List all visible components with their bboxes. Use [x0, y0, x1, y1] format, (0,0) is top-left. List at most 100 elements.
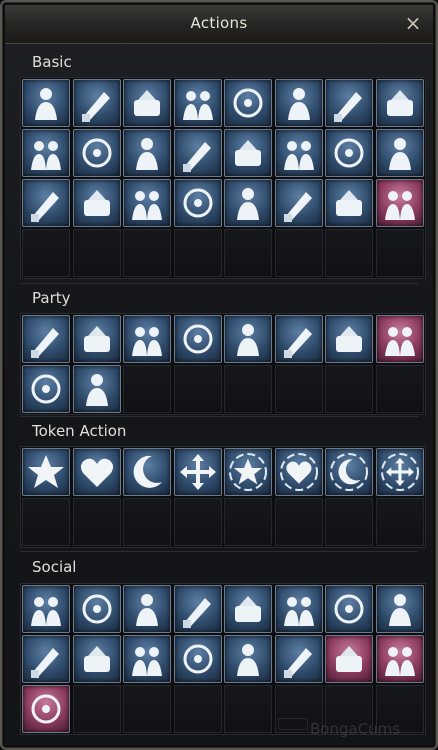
basic-actions-grid: [20, 77, 426, 279]
watermark-badge: [278, 718, 308, 730]
empty-slot: [325, 498, 373, 546]
party-question-icon[interactable]: [375, 315, 424, 363]
empty-slot: [224, 498, 272, 546]
empty-slot: [375, 229, 424, 277]
social-actions-grid: [20, 583, 426, 735]
sad-icon[interactable]: [173, 635, 222, 683]
empty-slot: [375, 498, 424, 546]
window-title: Actions: [190, 14, 248, 32]
record-video-icon[interactable]: [274, 179, 323, 227]
empty-slot: [22, 229, 70, 277]
package-sell-all-icon[interactable]: [375, 129, 424, 177]
empty-slot: [173, 365, 222, 413]
assist-target-icon[interactable]: [224, 79, 272, 127]
party-summon-icon[interactable]: [22, 365, 70, 413]
no-icon[interactable]: [173, 585, 222, 633]
empty-slot: [375, 365, 424, 413]
party-actions-grid: [20, 313, 426, 415]
shyness-icon[interactable]: [274, 635, 323, 683]
walk-icon[interactable]: [274, 79, 323, 127]
star-icon[interactable]: [22, 448, 70, 496]
greet-icon[interactable]: [22, 585, 70, 633]
couple-bow-icon[interactable]: [325, 635, 373, 683]
private-store-sell-icon[interactable]: [375, 79, 424, 127]
attack-icon[interactable]: [123, 79, 171, 127]
party-duel-icon[interactable]: [325, 129, 373, 177]
move-arrows-icon[interactable]: [173, 448, 222, 496]
actions-window: Actions × Basic Party Token Action Socia…: [0, 0, 438, 750]
arrows-target-icon[interactable]: [375, 448, 424, 496]
section-label-social: Social: [32, 558, 77, 576]
empty-slot: [224, 685, 272, 733]
section-label-token-action: Token Action: [32, 422, 127, 440]
section-label-party: Party: [32, 289, 71, 307]
couple-icon[interactable]: [224, 179, 272, 227]
empty-slot: [224, 229, 272, 277]
section-label-basic: Basic: [32, 53, 72, 71]
empty-slot: [224, 365, 272, 413]
empty-slot: [22, 498, 70, 546]
trade-icon[interactable]: [173, 129, 222, 177]
charm-icon[interactable]: [224, 635, 272, 683]
party-leave-icon[interactable]: [173, 315, 222, 363]
section-divider: [20, 283, 418, 284]
unaware-icon[interactable]: [274, 585, 323, 633]
find-target-icon[interactable]: [224, 129, 272, 177]
token-actions-grid: [20, 446, 426, 548]
couple-dance-icon[interactable]: [22, 685, 70, 733]
refresh-search-icon[interactable]: [375, 179, 424, 227]
applaud-icon[interactable]: [22, 635, 70, 683]
advance-icon[interactable]: [123, 585, 171, 633]
victory-icon[interactable]: [72, 585, 121, 633]
laugh-icon[interactable]: [375, 585, 424, 633]
empty-slot: [123, 685, 171, 733]
chess-icon[interactable]: [22, 179, 70, 227]
dance-icon[interactable]: [123, 635, 171, 683]
private-store-buy-icon[interactable]: [22, 129, 70, 177]
high-five-icon[interactable]: [375, 635, 424, 683]
run-icon[interactable]: [72, 79, 121, 127]
name-display-icon[interactable]: [173, 179, 222, 227]
empty-slot: [72, 685, 121, 733]
bow-icon[interactable]: [224, 585, 272, 633]
moon-icon[interactable]: [123, 448, 171, 496]
empty-slot: [274, 498, 323, 546]
manufacture-icon[interactable]: [123, 129, 171, 177]
party-chat-icon[interactable]: [274, 315, 323, 363]
hand-wave-icon[interactable]: [72, 635, 121, 683]
microphone-icon[interactable]: [325, 179, 373, 227]
section-divider: [20, 551, 418, 552]
party-loot-icon[interactable]: [123, 315, 171, 363]
empty-slot: [173, 685, 222, 733]
section-divider: [20, 416, 418, 417]
party-invite-icon[interactable]: [22, 315, 70, 363]
heart-target-icon[interactable]: [274, 448, 323, 496]
party-battle-icon[interactable]: [325, 315, 373, 363]
empty-slot: [123, 229, 171, 277]
party-swords-icon[interactable]: [72, 315, 121, 363]
close-icon[interactable]: ×: [401, 11, 425, 35]
waiting-icon[interactable]: [325, 585, 373, 633]
party-hug-icon[interactable]: [72, 365, 121, 413]
empty-slot: [173, 498, 222, 546]
empty-slot: [325, 365, 373, 413]
star-target-icon[interactable]: [224, 448, 272, 496]
duel-icon[interactable]: [274, 129, 323, 177]
empty-slot: [274, 365, 323, 413]
book-return-icon[interactable]: [72, 179, 121, 227]
next-target-icon[interactable]: [325, 79, 373, 127]
empty-slot: [72, 498, 121, 546]
empty-slot: [123, 498, 171, 546]
empty-slot: [173, 229, 222, 277]
title-bar[interactable]: Actions ×: [5, 5, 433, 44]
hand-pointer-icon[interactable]: [72, 129, 121, 177]
empty-slot: [123, 365, 171, 413]
empty-slot: [325, 229, 373, 277]
robot-mount-icon[interactable]: [123, 179, 171, 227]
party-pet-icon[interactable]: [224, 315, 272, 363]
moon-target-icon[interactable]: [325, 448, 373, 496]
empty-slot: [72, 229, 121, 277]
heart-icon[interactable]: [72, 448, 121, 496]
sit-icon[interactable]: [22, 79, 70, 127]
pick-up-icon[interactable]: [173, 79, 222, 127]
